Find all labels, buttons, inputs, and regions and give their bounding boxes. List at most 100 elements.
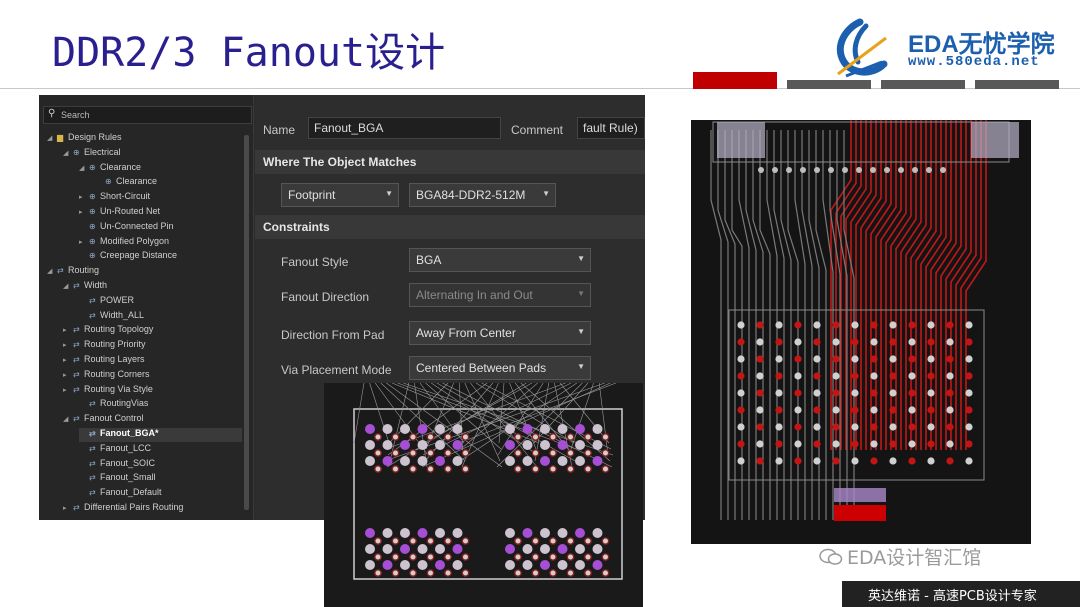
fanout-via: [584, 553, 592, 561]
match-value-dropdown[interactable]: BGA84-DDR2-512M ▼: [409, 183, 556, 207]
pcb-via: [794, 406, 802, 414]
rule-icon: ⊕: [73, 147, 80, 157]
via-placement-mode-dropdown[interactable]: Centered Between Pads ▼: [409, 356, 591, 380]
search-input[interactable]: ⚲ Search: [43, 106, 252, 124]
pcb-via: [889, 406, 897, 414]
fanout-via: [426, 569, 435, 577]
logo-url-text: www.580eda.net: [908, 54, 1040, 70]
tree-item-label: Routing Corners: [84, 368, 150, 379]
fanout-via: [549, 433, 557, 441]
tree-item[interactable]: ⇄ Fanout_Default: [79, 487, 162, 501]
expand-arrow-icon[interactable]: ▸: [63, 356, 73, 364]
tree-item[interactable]: ⇄ Fanout_SOIC: [79, 458, 155, 472]
tree-item[interactable]: ▸ ⇄ Routing Topology: [63, 324, 153, 338]
pcb-via: [889, 457, 897, 465]
expand-arrow-icon[interactable]: ◢: [79, 164, 89, 172]
pcb-via: [965, 355, 973, 363]
pcb-via: [965, 457, 973, 465]
pcb-via: [851, 355, 859, 363]
bga-pad: [575, 560, 585, 570]
fanout-via: [391, 569, 400, 577]
pcb-via: [786, 167, 792, 173]
tree-item[interactable]: ⊕ Un-Connected Pin: [79, 221, 174, 235]
tree-item[interactable]: ▸ ⇄ Routing Corners: [63, 369, 150, 383]
tree-item[interactable]: ⇄ Fanout_Small: [79, 472, 156, 486]
tree-item[interactable]: ⊕ Clearance: [95, 176, 157, 190]
tree-item-label: Electrical: [84, 146, 121, 157]
bga-fanout-preview-image: [324, 383, 643, 607]
footer-banner: 英达维诺 - 高速PCB设计专家: [842, 581, 1080, 607]
bga-pad: [522, 456, 533, 466]
pcb-via: [889, 423, 897, 431]
expand-arrow-icon[interactable]: ◢: [63, 415, 73, 423]
expand-arrow-icon[interactable]: ▸: [63, 371, 73, 379]
tree-item[interactable]: ▸ ⊕ Un-Routed Net: [79, 206, 160, 220]
pcb-via: [775, 338, 783, 346]
fanout-via: [601, 433, 610, 441]
expand-arrow-icon[interactable]: ▸: [63, 386, 73, 394]
fanout-via: [514, 553, 522, 561]
match-type-dropdown[interactable]: Footprint ▼: [281, 183, 399, 207]
fanout-via: [391, 537, 400, 545]
expand-arrow-icon[interactable]: ▸: [63, 504, 73, 512]
pcb-via: [889, 355, 897, 363]
tree-item[interactable]: ◢ ⊕ Electrical: [63, 147, 121, 161]
tree-item[interactable]: ⇄ Fanout_BGA*: [79, 428, 242, 442]
tree-item[interactable]: ▸ ⇄ Routing Priority: [63, 339, 146, 353]
fanout-direction-dropdown[interactable]: Alternating In and Out ▼: [409, 283, 591, 307]
expand-arrow-icon[interactable]: ▸: [63, 341, 73, 349]
comment-field[interactable]: fault Rule): [577, 117, 645, 139]
bga-pad: [452, 424, 463, 434]
rule-name-field[interactable]: Fanout_BGA: [308, 117, 501, 139]
expand-arrow-icon[interactable]: ◢: [63, 282, 73, 290]
chevron-down-icon: ▼: [577, 254, 585, 263]
fanout-via: [549, 553, 557, 561]
watermark-text: EDA设计智汇馆: [847, 547, 982, 569]
tree-item[interactable]: ▸ ⊕ Modified Polygon: [79, 236, 169, 250]
bga-pad: [400, 440, 410, 450]
pcb-via: [800, 167, 806, 173]
pcb-via: [908, 355, 916, 363]
pcb-via: [794, 389, 802, 397]
pcb-via: [756, 406, 764, 414]
fanout-via: [409, 449, 417, 457]
pcb-via: [946, 406, 954, 414]
pcb-via: [828, 167, 834, 173]
tree-scrollbar[interactable]: [244, 135, 249, 510]
pcb-via: [737, 389, 745, 397]
fanout-via: [566, 537, 575, 545]
tree-item[interactable]: ▸ ⇄ Routing Layers: [63, 354, 145, 368]
fanout-style-dropdown[interactable]: BGA ▼: [409, 248, 591, 272]
expand-arrow-icon[interactable]: ◢: [47, 267, 57, 275]
expand-arrow-icon[interactable]: ▸: [79, 208, 89, 216]
tree-item[interactable]: ▸ ⊕ Short-Circuit: [79, 191, 150, 205]
fanout-via: [374, 433, 382, 441]
tree-item[interactable]: ▸ ⇄ Routing Via Style: [63, 384, 153, 398]
tree-item[interactable]: ◢ ⇄ Fanout Control: [63, 413, 144, 427]
direction-from-pad-dropdown[interactable]: Away From Center ▼: [409, 321, 591, 345]
tree-item[interactable]: ⊕ Creepage Distance: [79, 250, 177, 264]
pcb-via: [813, 372, 821, 380]
fanout-via: [391, 449, 400, 457]
expand-arrow-icon[interactable]: ▸: [79, 238, 89, 246]
expand-arrow-icon[interactable]: ▸: [79, 193, 89, 201]
tree-item[interactable]: ⇄ Fanout_LCC: [79, 443, 151, 457]
pcb-via: [756, 338, 764, 346]
fanout-via: [601, 569, 610, 577]
expand-arrow-icon[interactable]: ◢: [47, 134, 57, 142]
expand-arrow-icon[interactable]: ◢: [63, 149, 73, 157]
tree-item[interactable]: ◢ ⇄ Routing: [47, 265, 99, 279]
expand-arrow-icon[interactable]: ▸: [63, 326, 73, 334]
tree-item[interactable]: ⇄ RoutingVias: [79, 398, 148, 412]
pcb-via: [832, 389, 840, 397]
fanout-via: [461, 433, 470, 441]
tree-item[interactable]: ◢ ▆ Design Rules: [47, 132, 122, 146]
match-value-text: BGA84-DDR2-512M: [416, 188, 526, 202]
tree-item[interactable]: ◢ ⊕ Clearance: [79, 162, 141, 176]
tree-item[interactable]: ▸ ⇄ Differential Pairs Routing: [63, 502, 183, 516]
tree-item[interactable]: ◢ ⇄ Width: [63, 280, 107, 294]
tree-item[interactable]: ⇄ POWER: [79, 295, 134, 309]
bga-pad: [400, 560, 410, 570]
tree-item[interactable]: ⇄ Width_ALL: [79, 310, 144, 324]
pcb-via: [756, 423, 764, 431]
